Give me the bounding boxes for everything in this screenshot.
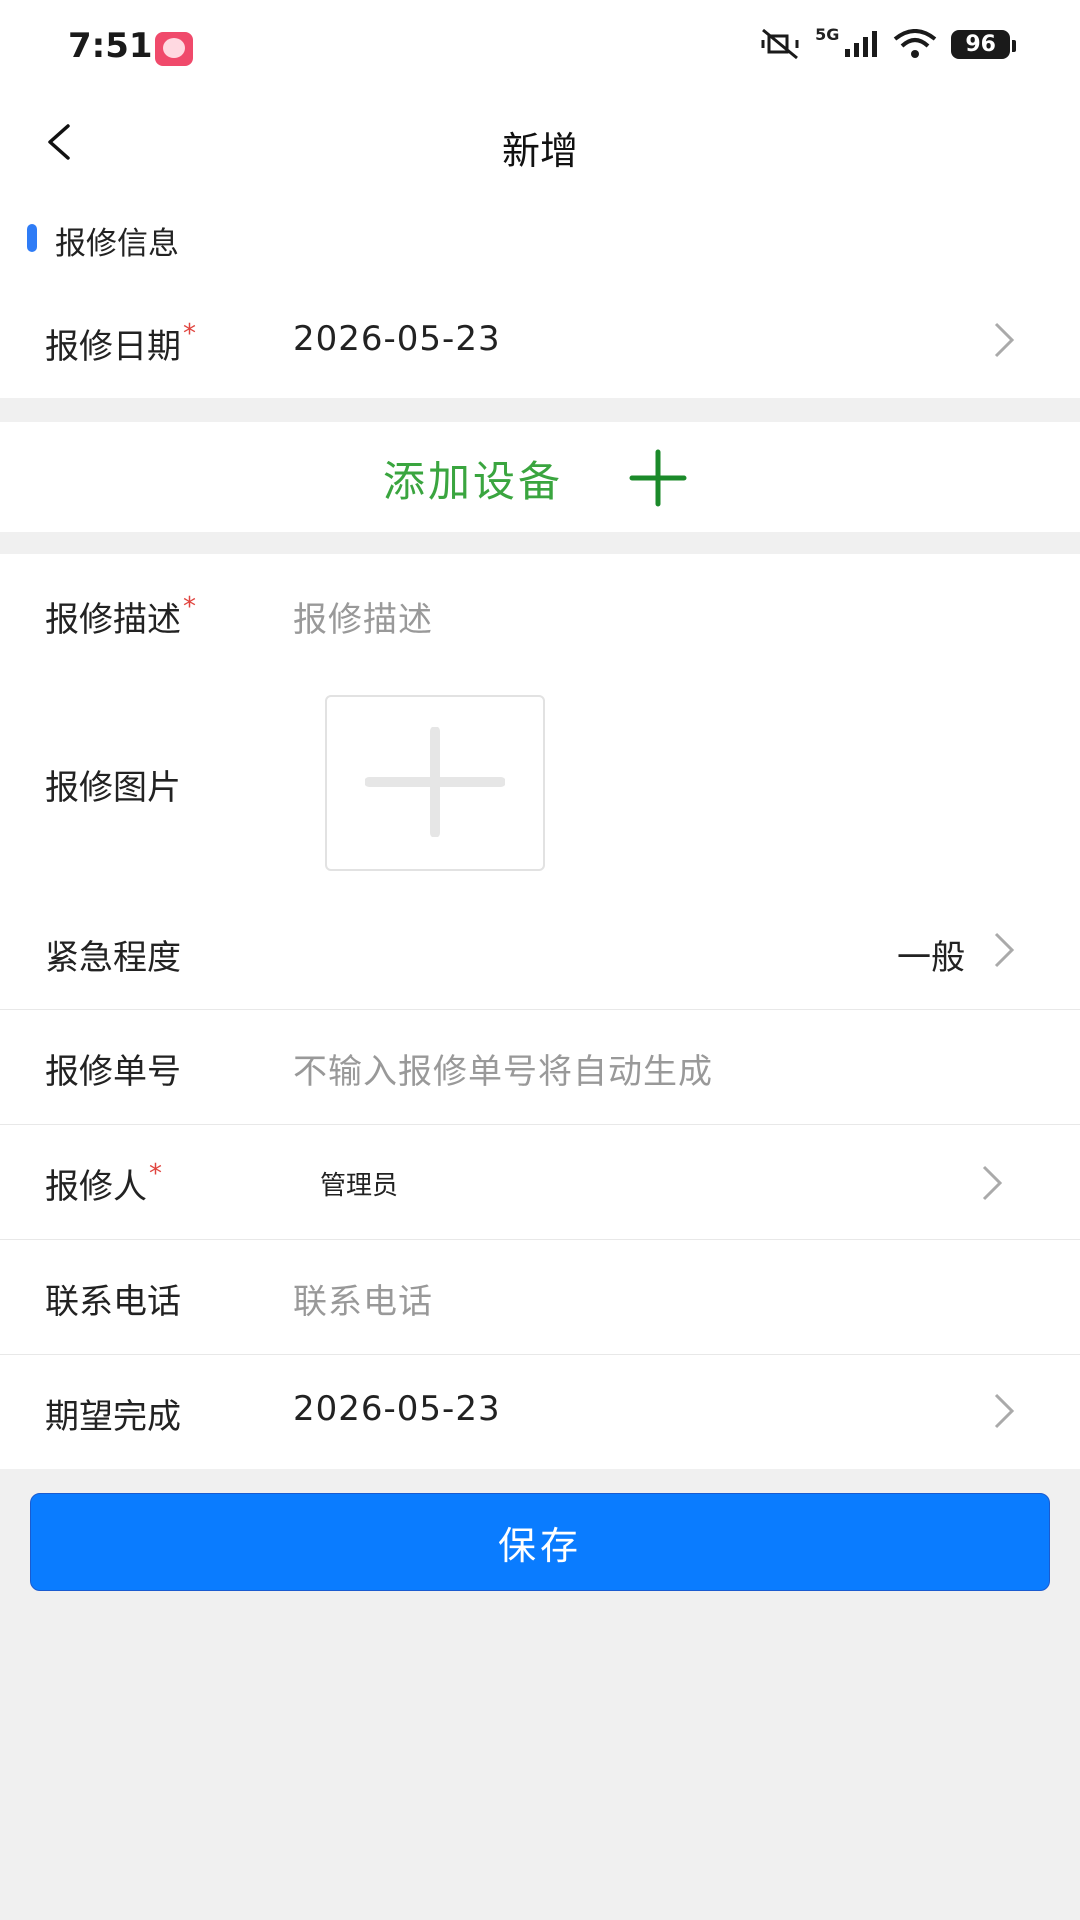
status-time: 7:51 bbox=[68, 26, 153, 66]
repair-date-label: 报修日期* bbox=[45, 319, 196, 367]
chevron-right-icon bbox=[994, 932, 1015, 968]
required-mark: * bbox=[183, 592, 196, 622]
status-bar: 7:51 5G 96 bbox=[0, 0, 1080, 100]
save-button[interactable]: 保存 bbox=[30, 1493, 1050, 1591]
mute-vibrate-icon bbox=[761, 28, 799, 60]
signal-icon bbox=[845, 31, 878, 57]
page-title: 新增 bbox=[501, 129, 578, 173]
expected-completion-value[interactable]: 2026-05-23 bbox=[293, 1389, 501, 1429]
order-no-label: 报修单号 bbox=[45, 1052, 181, 1092]
phone-input[interactable]: 联系电话 bbox=[293, 1274, 433, 1323]
urgency-value[interactable]: 一般 bbox=[897, 930, 965, 979]
plus-icon bbox=[629, 449, 687, 507]
description-label: 报修描述* bbox=[45, 592, 196, 640]
reporter-row[interactable]: 报修人* 管理员 bbox=[0, 1125, 1080, 1239]
repair-date-row[interactable]: 报修日期* 2026-05-23 bbox=[0, 288, 1080, 398]
add-photo-button[interactable] bbox=[325, 695, 545, 871]
urgency-label: 紧急程度 bbox=[45, 938, 181, 978]
status-icons: 5G 96 bbox=[759, 24, 1016, 60]
chevron-right-icon bbox=[994, 1393, 1015, 1429]
chevron-right-icon bbox=[982, 1165, 1003, 1201]
nav-bar: 新增 bbox=[0, 100, 1080, 188]
expected-completion-row[interactable]: 期望完成 2026-05-23 bbox=[0, 1355, 1080, 1469]
description-input[interactable]: 报修描述 bbox=[293, 592, 433, 641]
required-mark: * bbox=[149, 1159, 162, 1189]
reporter-value[interactable]: 管理员 bbox=[320, 1165, 398, 1202]
repair-date-value[interactable]: 2026-05-23 bbox=[293, 319, 501, 359]
battery-indicator: 96 bbox=[951, 29, 1016, 59]
chevron-right-icon bbox=[994, 322, 1015, 358]
expected-completion-label: 期望完成 bbox=[45, 1397, 181, 1437]
phone-label: 联系电话 bbox=[45, 1282, 181, 1322]
required-mark: * bbox=[183, 319, 196, 349]
section-title: 报修信息 bbox=[55, 226, 179, 262]
order-no-row: 报修单号 不输入报修单号将自动生成 bbox=[0, 1010, 1080, 1124]
phone-row: 联系电话 联系电话 bbox=[0, 1240, 1080, 1354]
add-equipment-button[interactable]: 添加设备 bbox=[0, 422, 1080, 532]
reporter-label: 报修人* bbox=[45, 1159, 162, 1207]
wifi-icon bbox=[894, 29, 937, 58]
photos-label: 报修图片 bbox=[45, 768, 181, 808]
app-notification-icon bbox=[155, 32, 193, 66]
plus-icon bbox=[365, 727, 505, 837]
section-header: 报修信息 bbox=[0, 188, 1080, 288]
section-accent-bar bbox=[27, 224, 37, 252]
order-no-input[interactable]: 不输入报修单号将自动生成 bbox=[293, 1044, 713, 1093]
network-type: 5G bbox=[815, 24, 840, 44]
add-equipment-label: 添加设备 bbox=[383, 457, 564, 506]
